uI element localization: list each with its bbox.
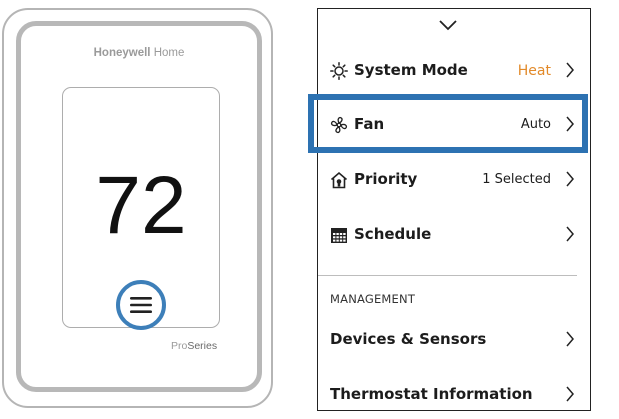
menu-item-label: Fan: [354, 115, 385, 133]
menu-item-devices-sensors[interactable]: Devices & Sensors: [318, 318, 589, 362]
house-priority-icon: [330, 171, 348, 189]
series-label: ProSeries: [171, 340, 217, 352]
menu-item-schedule[interactable]: Schedule: [318, 213, 589, 257]
settings-menu-panel: System Mode Heat Fan Auto Priority 1 Sel…: [317, 8, 591, 411]
series-prefix: Pro: [171, 340, 188, 352]
system-mode-value: Heat: [517, 63, 551, 79]
calendar-icon: [331, 228, 347, 243]
chevron-right-icon: [566, 386, 574, 402]
chevron-right-icon: [566, 62, 574, 78]
menu-item-fan[interactable]: Fan Auto: [318, 103, 589, 147]
menu-item-label: Schedule: [354, 225, 432, 243]
chevron-right-icon: [566, 331, 574, 347]
series-suffix: Series: [187, 340, 218, 352]
fan-value: Auto: [520, 117, 551, 132]
fan-icon: [330, 116, 348, 134]
menu-item-label: System Mode: [354, 61, 468, 79]
brand-suffix: Home: [153, 47, 185, 59]
section-divider: [318, 275, 577, 276]
chevron-down-icon[interactable]: [438, 19, 458, 31]
section-title: MANAGEMENT: [330, 292, 416, 306]
temperature-display: 72: [95, 160, 187, 251]
priority-value: 1 Selected: [482, 172, 551, 187]
menu-button[interactable]: [116, 280, 166, 330]
chevron-right-icon: [566, 226, 574, 242]
menu-item-label: Priority: [354, 170, 418, 188]
brand-name: Honeywell: [93, 47, 151, 59]
menu-item-priority[interactable]: Priority 1 Selected: [318, 158, 589, 202]
sun-icon: [330, 62, 348, 80]
menu-item-system-mode[interactable]: System Mode Heat: [318, 49, 589, 93]
menu-item-label: Thermostat Information: [330, 385, 533, 403]
brand-logo: Honeywell Home: [16, 47, 262, 59]
chevron-right-icon: [566, 116, 574, 132]
menu-item-thermostat-information[interactable]: Thermostat Information: [318, 373, 589, 410]
menu-item-label: Devices & Sensors: [330, 330, 487, 348]
hamburger-menu-icon: [130, 297, 152, 313]
chevron-right-icon: [566, 171, 574, 187]
